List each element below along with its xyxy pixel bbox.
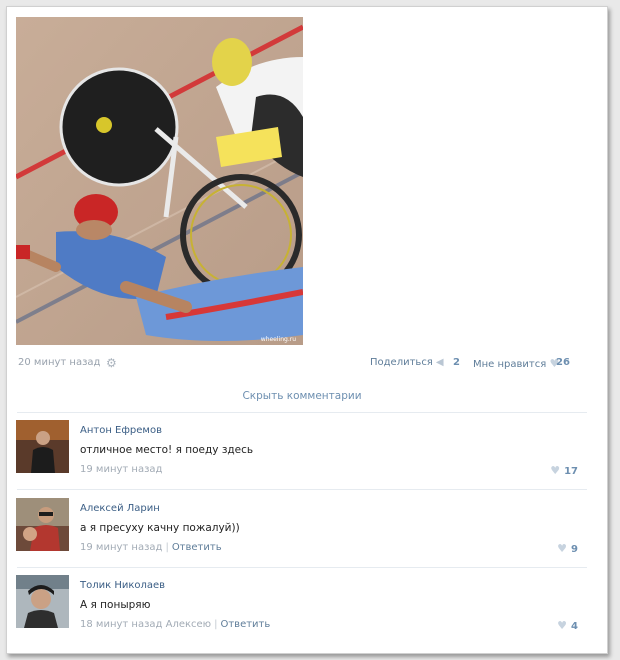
- avatar[interactable]: [16, 420, 69, 473]
- megaphone-icon: ◀: [435, 357, 444, 368]
- reply-link[interactable]: Ответить: [220, 619, 270, 630]
- post-meta-row: 20 минут назад ⚙ Поделиться ◀ 2 Мне нрави…: [18, 356, 583, 373]
- comment-author[interactable]: Алексей Ларин: [80, 503, 160, 514]
- heart-icon: ♥: [557, 619, 568, 632]
- divider: [17, 567, 587, 568]
- divider: [17, 412, 587, 413]
- comment-item: Алексей Ларин а я пресуху качну пожалуй)…: [16, 498, 586, 568]
- comment-like-button[interactable]: ♥ 17: [550, 464, 578, 477]
- heart-icon: ♥: [557, 542, 568, 555]
- comment-author[interactable]: Антон Ефремов: [80, 425, 162, 436]
- hide-comments-link[interactable]: Скрыть комментарии: [7, 390, 597, 402]
- comment-item: Антон Ефремов отличное место! я поеду зд…: [16, 420, 586, 490]
- comment-time: 19 минут назад: [80, 464, 162, 475]
- comment-like-count: 17: [564, 466, 578, 477]
- photo-watermark: wheeling.ru: [261, 336, 296, 343]
- separator-pipe: |: [165, 542, 169, 553]
- comment-author[interactable]: Толик Николаев: [80, 580, 165, 591]
- post-time[interactable]: 20 минут назад: [18, 357, 100, 368]
- comment-time-text[interactable]: 19 минут назад: [80, 542, 162, 553]
- comment-item: Толик Николаев А я поныряю 18 минут наза…: [16, 575, 586, 645]
- like-count: 26: [556, 357, 570, 368]
- avatar[interactable]: [16, 575, 69, 628]
- comment-text: а я пресуху качну пожалуй)): [80, 522, 240, 534]
- post-card: wheeling.ru 20 минут назад ⚙ Поделиться ◀…: [6, 6, 608, 654]
- share-count: 2: [453, 357, 460, 368]
- avatar[interactable]: [16, 498, 69, 551]
- separator-pipe: |: [214, 619, 218, 630]
- share-button[interactable]: Поделиться ◀: [370, 357, 444, 368]
- comment-text: отличное место! я поеду здесь: [80, 444, 254, 456]
- comment-like-count: 9: [571, 544, 578, 555]
- divider: [17, 489, 587, 490]
- comment-like-count: 4: [571, 621, 578, 632]
- post-photo[interactable]: wheeling.ru: [16, 17, 303, 345]
- comment-time-text[interactable]: 18 минут назад Алексею: [80, 619, 211, 630]
- reply-link[interactable]: Ответить: [172, 542, 222, 553]
- comment-time: 18 минут назад Алексею | Ответить: [80, 619, 270, 630]
- cyclists-crash-image: wheeling.ru: [16, 17, 303, 345]
- comment-like-button[interactable]: ♥ 9: [557, 542, 578, 555]
- comment-time-text[interactable]: 19 минут назад: [80, 464, 162, 475]
- like-button[interactable]: Мне нравится ♥: [473, 357, 559, 370]
- gear-icon[interactable]: ⚙: [106, 356, 117, 370]
- like-label: Мне нравится: [473, 359, 547, 370]
- comment-time: 19 минут назад | Ответить: [80, 542, 222, 553]
- comment-like-button[interactable]: ♥ 4: [557, 619, 578, 632]
- share-label: Поделиться: [370, 357, 433, 368]
- comment-text: А я поныряю: [80, 599, 151, 611]
- heart-icon: ♥: [550, 464, 561, 477]
